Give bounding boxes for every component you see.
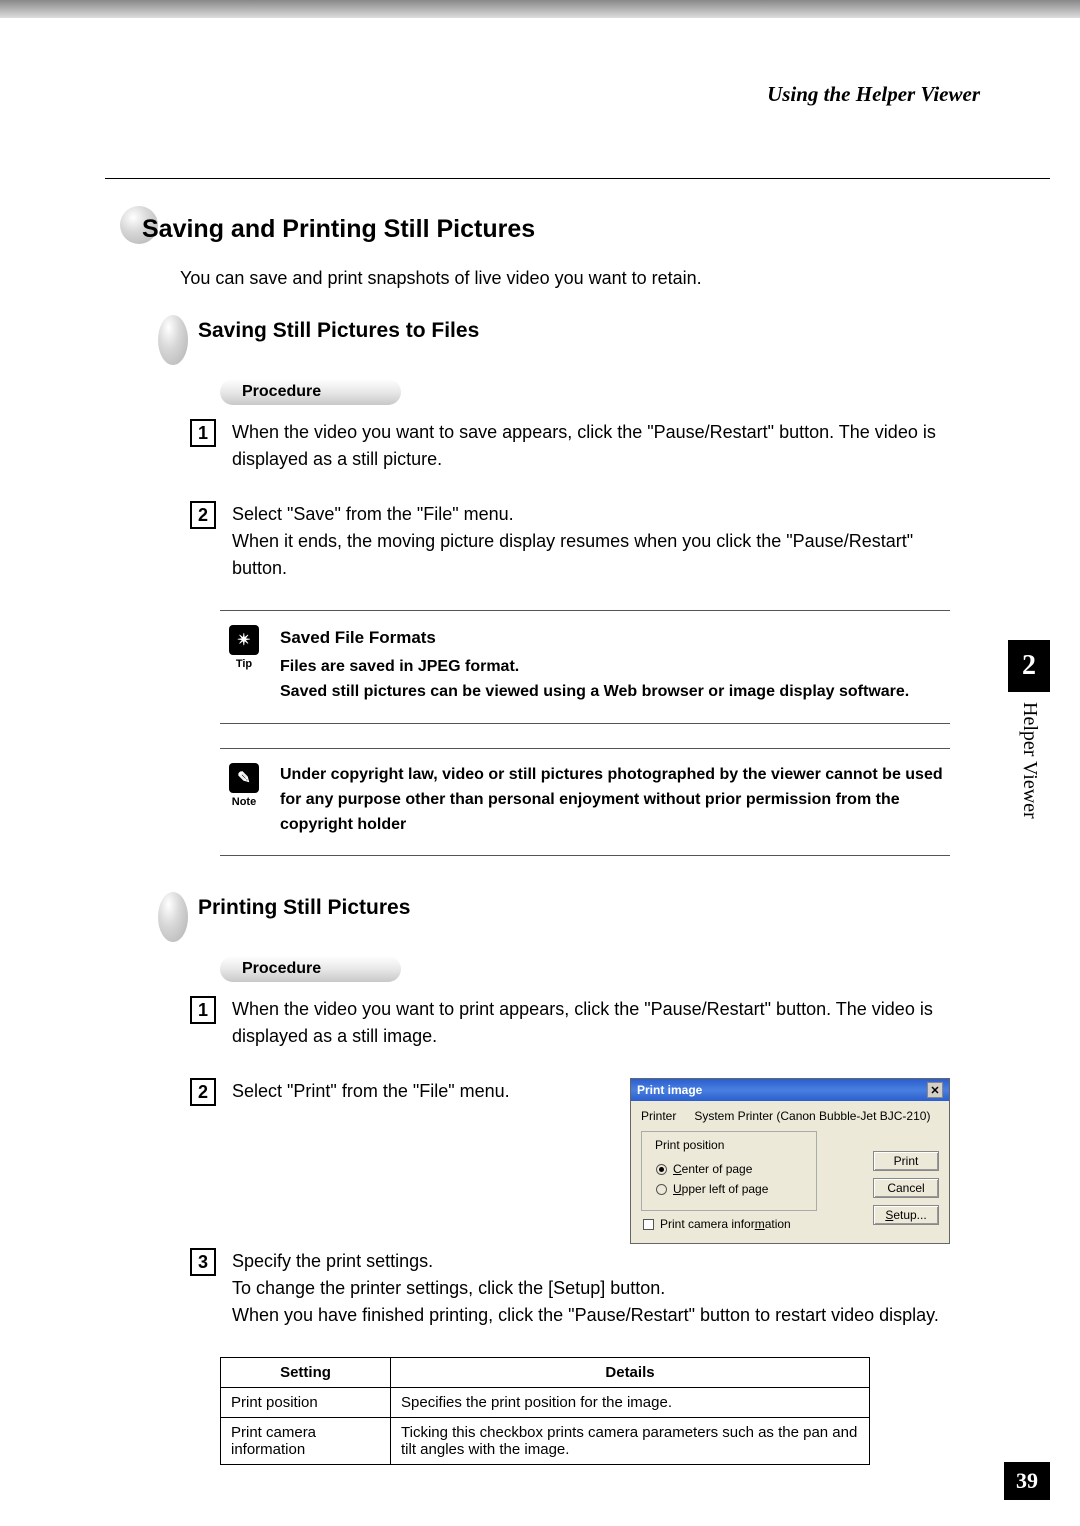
subsection-bullet-icon [158,892,188,942]
print-button[interactable]: Print [873,1151,939,1171]
chapter-number: 2 [1008,640,1050,692]
chapter-label: Helper Viewer [1008,702,1041,819]
saving-step-1: 1 When the video you want to save appear… [190,419,950,473]
step-number: 1 [190,996,216,1024]
procedure-label: Procedure [220,956,950,982]
saving-step-2: 2 Select "Save" from the "File" menu.Whe… [190,501,950,582]
section-heading: Saving and Printing Still Pictures [120,210,950,248]
step-number: 3 [190,1248,216,1276]
dialog-titlebar: Print image ✕ [631,1079,949,1101]
step-text: Specify the print settings.To change the… [232,1248,939,1329]
subsection-printing-title: Printing Still Pictures [198,896,950,920]
section-title: Saving and Printing Still Pictures [142,215,535,244]
step-text: When the video you want to print appears… [232,996,950,1050]
tip-line: Saved still pictures can be viewed using… [280,680,909,705]
tip-label-block: ✴ Tip [220,625,268,705]
step-text: When the video you want to save appears,… [232,419,950,473]
subsection-saving-title: Saving Still Pictures to Files [198,319,950,343]
col-setting: Setting [221,1358,391,1388]
radio-upper-left-of-page[interactable]: Upper left of page [656,1182,806,1196]
page-top-gradient [0,0,1080,18]
step-text: Select "Print" from the "File" menu. [232,1078,510,1106]
subsection-bullet-icon [158,315,188,365]
procedure-pill: Procedure [220,379,401,405]
note-callout: ✎ Note Under copyright law, video or sti… [220,748,950,856]
table-row: Print camera information Ticking this ch… [221,1418,870,1465]
radio-label: Center of page [673,1162,752,1176]
cell-setting: Print position [221,1388,391,1418]
step-number: 1 [190,419,216,447]
tip-icon: ✴ [229,625,259,655]
setup-button[interactable]: Setup... [873,1205,939,1225]
close-button[interactable]: ✕ [927,1082,943,1098]
cell-details: Ticking this checkbox prints camera para… [391,1418,870,1465]
cell-setting: Print camera information [221,1418,391,1465]
note-text: Under copyright law, video or still pict… [268,763,950,837]
printer-value: System Printer (Canon Bubble-Jet BJC-210… [694,1109,930,1123]
radio-icon [656,1164,667,1175]
tip-callout: ✴ Tip Saved File Formats Files are saved… [220,610,950,724]
radio-label: Upper left of page [673,1182,768,1196]
section-intro: You can save and print snapshots of live… [180,268,950,289]
printer-label: Printer [641,1109,676,1123]
print-image-dialog: Print image ✕ Printer System Printer (Ca… [630,1078,950,1244]
note-icon: ✎ [229,763,259,793]
printing-step-1: 1 When the video you want to print appea… [190,996,950,1050]
tip-label: Tip [220,658,268,670]
dialog-title-text: Print image [637,1083,702,1097]
cancel-button[interactable]: Cancel [873,1178,939,1198]
print-settings-table: Setting Details Print position Specifies… [220,1357,870,1465]
tip-line: Files are saved in JPEG format. [280,655,909,680]
step-number: 2 [190,501,216,529]
page-number: 39 [1004,1462,1050,1500]
printing-step-3: 3 Specify the print settings.To change t… [190,1248,950,1329]
subsection-printing: Printing Still Pictures [158,896,950,920]
tip-title: Saved File Formats [280,625,909,651]
checkbox-label: Print camera information [660,1217,791,1231]
running-head: Using the Helper Viewer [767,82,980,107]
group-title: Print position [652,1138,727,1152]
procedure-pill: Procedure [220,956,401,982]
checkbox-icon [643,1219,654,1230]
table-header-row: Setting Details [221,1358,870,1388]
note-label: Note [220,796,268,808]
chapter-tab: 2 Helper Viewer [1008,640,1050,819]
step-number: 2 [190,1078,216,1106]
note-label-block: ✎ Note [220,763,268,837]
radio-icon [656,1184,667,1195]
header-rule [105,178,1050,179]
col-details: Details [391,1358,870,1388]
step-text: Select "Save" from the "File" menu.When … [232,501,950,582]
procedure-label: Procedure [220,379,950,405]
radio-center-of-page[interactable]: Center of page [656,1162,806,1176]
table-row: Print position Specifies the print posit… [221,1388,870,1418]
print-position-group: Print position Center of page Upper left… [641,1131,817,1211]
subsection-saving: Saving Still Pictures to Files [158,319,950,343]
cell-details: Specifies the print position for the ima… [391,1388,870,1418]
